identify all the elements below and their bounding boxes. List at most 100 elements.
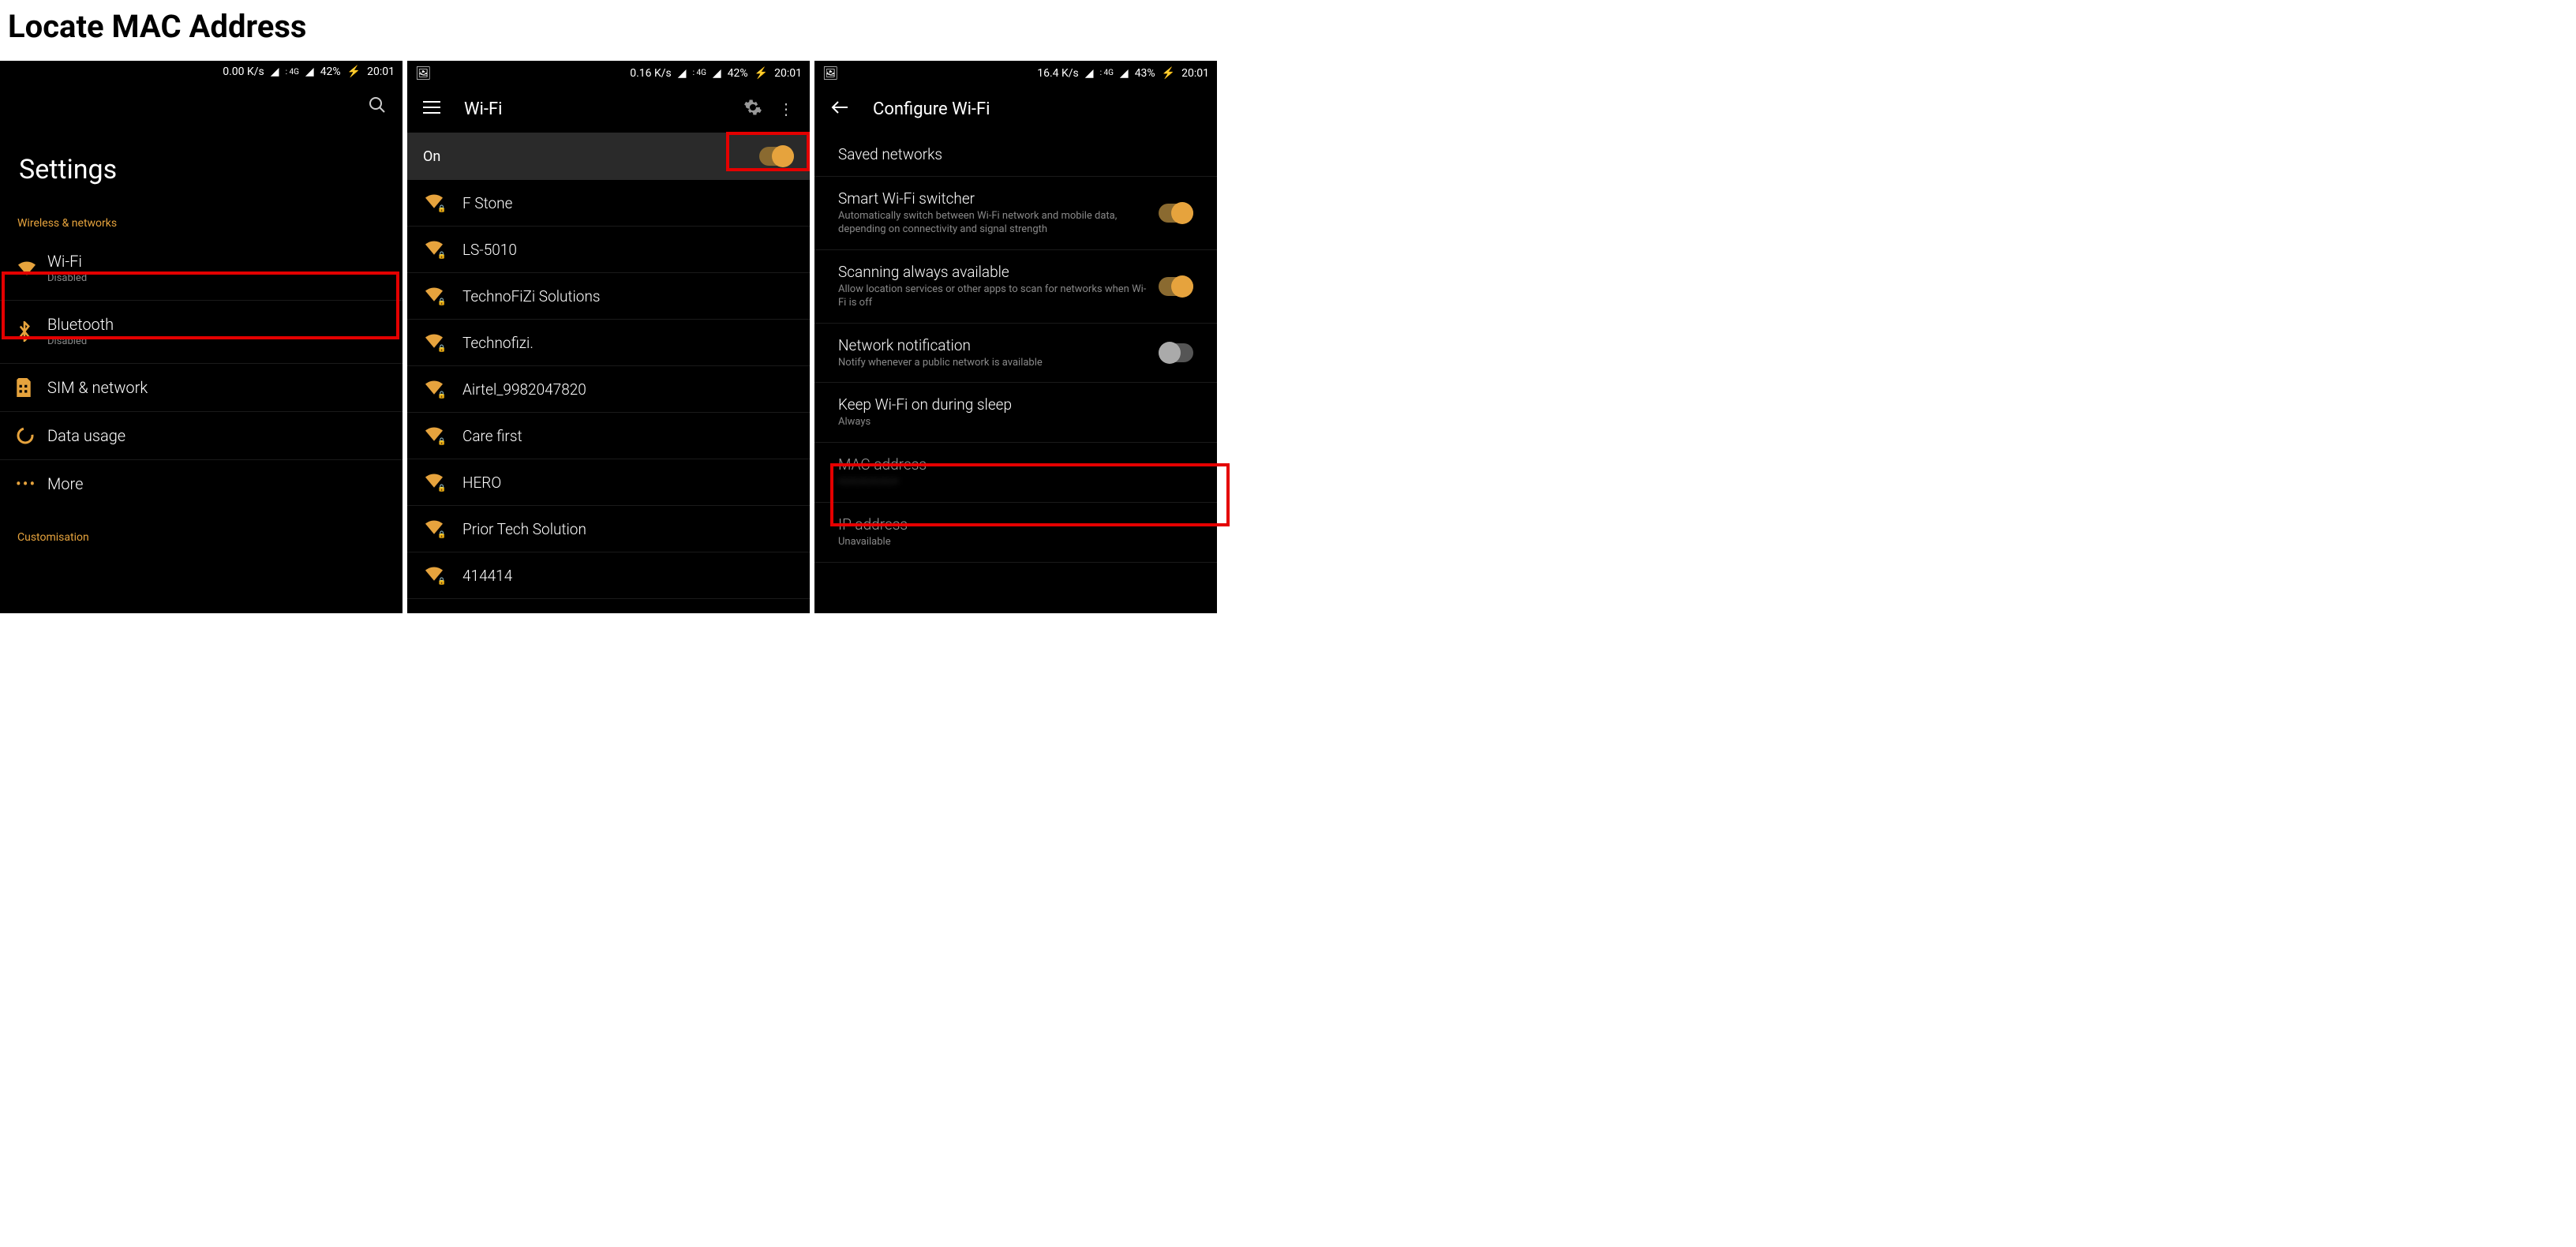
lock-icon: 🔒	[437, 345, 446, 353]
search-icon[interactable]	[368, 95, 387, 118]
wifi-network-row[interactable]: 🔒 F Stone	[407, 180, 810, 227]
battery-percent: 42%	[320, 66, 341, 78]
settings-item-more[interactable]: ••• More	[0, 460, 402, 507]
wifi-network-row[interactable]: 🔒 Technofizi.	[407, 320, 810, 366]
more-icon: •••	[16, 474, 47, 493]
wifi-signal-icon: 🔒	[423, 565, 462, 586]
charging-icon: ⚡	[754, 67, 768, 80]
charging-icon: ⚡	[1162, 67, 1175, 80]
config-label: Smart Wi-Fi switcher	[838, 189, 1149, 208]
settings-item-wifi[interactable]: Wi-Fi Disabled	[0, 238, 402, 301]
toggle-switch[interactable]	[1159, 204, 1193, 223]
network-name: Prior Tech Solution	[462, 520, 586, 538]
image-icon: 🖼	[822, 66, 838, 81]
signal-icon-2: ◢	[305, 66, 314, 78]
toggle-switch[interactable]	[1159, 343, 1193, 362]
config-sub: Allow location services or other apps to…	[838, 283, 1149, 310]
item-sub: Disabled	[47, 335, 387, 349]
network-name: F Stone	[462, 194, 512, 212]
item-label: Data usage	[47, 426, 387, 445]
settings-item-bluetooth[interactable]: Bluetooth Disabled	[0, 301, 402, 364]
lock-icon: 🔒	[437, 252, 446, 260]
section-customisation: Customisation	[0, 523, 402, 552]
hamburger-icon[interactable]	[423, 100, 440, 118]
signal-icon-2: ◢	[713, 67, 721, 80]
wifi-title: Wi-Fi	[464, 99, 728, 119]
wifi-signal-icon: 🔒	[423, 379, 462, 399]
status-bar: 0.00 K/s ◢ : 4G ◢ 42% ⚡ 20:01	[0, 61, 402, 83]
net-type: : 4G	[1100, 69, 1114, 77]
network-name: LS-5010	[462, 241, 517, 259]
net-type: : 4G	[693, 69, 706, 77]
gear-icon[interactable]	[743, 98, 762, 120]
charging-icon: ⚡	[347, 66, 361, 78]
network-name: Airtel_9982047820	[462, 380, 586, 399]
config-label: Scanning always available	[838, 263, 1149, 281]
toggle-switch[interactable]	[1159, 277, 1193, 296]
lock-icon: 🔒	[437, 531, 446, 539]
wifi-network-row[interactable]: 🔒 TechnoFiZi Solutions	[407, 273, 810, 320]
wifi-signal-icon: 🔒	[423, 519, 462, 539]
wifi-network-row[interactable]: 🔒 Airtel_9982047820	[407, 366, 810, 413]
configure-title: Configure Wi-Fi	[873, 99, 1201, 119]
wifi-network-row[interactable]: 🔒 LS-5010	[407, 227, 810, 273]
settings-item-sim[interactable]: SIM & network	[0, 364, 402, 412]
page-heading: Locate MAC Address	[0, 0, 2576, 61]
item-label: SIM & network	[47, 378, 387, 397]
wifi-signal-icon: 🔒	[423, 239, 462, 260]
config-label: Keep Wi-Fi on during sleep	[838, 395, 1184, 414]
config-sub: Always	[838, 416, 1184, 429]
item-label: Bluetooth	[47, 315, 387, 334]
config-sub: Notify whenever a public network is avai…	[838, 357, 1149, 370]
battery-percent: 43%	[1135, 67, 1155, 80]
config-item[interactable]: Smart Wi-Fi switcher Automatically switc…	[814, 177, 1217, 250]
item-sub: Disabled	[47, 272, 387, 286]
network-name: HERO	[462, 474, 501, 492]
config-item[interactable]: Network notification Notify whenever a p…	[814, 324, 1217, 384]
wifi-network-row[interactable]: 🔒 HERO	[407, 459, 810, 506]
status-bar: 🖼 16.4 K/s ◢ : 4G ◢ 43% ⚡ 20:01	[814, 61, 1217, 85]
config-label: IP address	[838, 515, 1184, 534]
net-speed: 0.00 K/s	[223, 66, 264, 78]
sim-icon	[16, 378, 47, 397]
screenshot-settings: 0.00 K/s ◢ : 4G ◢ 42% ⚡ 20:01 Settings W…	[0, 61, 402, 613]
toggle-label: On	[423, 148, 440, 165]
config-item[interactable]: IP address Unavailable	[814, 503, 1217, 563]
config-item[interactable]: MAC address —:—:—:—:—:—	[814, 443, 1217, 503]
config-sub: Automatically switch between Wi-Fi netwo…	[838, 210, 1149, 237]
wifi-network-row[interactable]: 🔒 Care first	[407, 413, 810, 459]
wifi-icon	[16, 260, 47, 277]
wifi-network-row[interactable]: 🔒 414414	[407, 552, 810, 599]
bluetooth-icon	[16, 321, 47, 342]
config-item[interactable]: Keep Wi-Fi on during sleep Always	[814, 383, 1217, 443]
item-label: More	[47, 474, 387, 493]
wifi-toggle-row[interactable]: On	[407, 133, 810, 180]
lock-icon: 🔒	[437, 485, 446, 492]
net-speed: 0.16 K/s	[630, 67, 672, 80]
signal-icon: ◢	[1085, 67, 1094, 80]
net-type: : 4G	[286, 68, 299, 77]
config-item[interactable]: Scanning always available Allow location…	[814, 250, 1217, 324]
lock-icon: 🔒	[437, 205, 446, 213]
settings-title: Settings	[0, 130, 402, 209]
lock-icon: 🔒	[437, 438, 446, 446]
settings-item-data-usage[interactable]: Data usage	[0, 412, 402, 460]
network-name: Technofizi.	[462, 334, 534, 352]
overflow-menu-icon[interactable]: ⋮	[778, 99, 794, 118]
clock: 20:01	[774, 67, 802, 80]
net-speed: 16.4 K/s	[1037, 67, 1079, 80]
network-name: Care first	[462, 427, 522, 445]
wifi-switch[interactable]	[759, 147, 794, 166]
config-label: MAC address	[838, 455, 1184, 474]
item-label: Wi-Fi	[47, 252, 387, 271]
config-sub: Unavailable	[838, 536, 1184, 549]
wifi-signal-icon: 🔒	[423, 193, 462, 213]
signal-icon-2: ◢	[1120, 67, 1129, 80]
config-item[interactable]: Saved networks	[814, 133, 1217, 177]
wifi-network-row[interactable]: 🔒 Prior Tech Solution	[407, 506, 810, 552]
wifi-signal-icon: 🔒	[423, 332, 462, 353]
wifi-signal-icon: 🔒	[423, 472, 462, 492]
screenshot-configure-wifi: 🖼 16.4 K/s ◢ : 4G ◢ 43% ⚡ 20:01 Configur…	[814, 61, 1217, 613]
wifi-signal-icon: 🔒	[423, 286, 462, 306]
back-arrow-icon[interactable]	[830, 98, 849, 120]
